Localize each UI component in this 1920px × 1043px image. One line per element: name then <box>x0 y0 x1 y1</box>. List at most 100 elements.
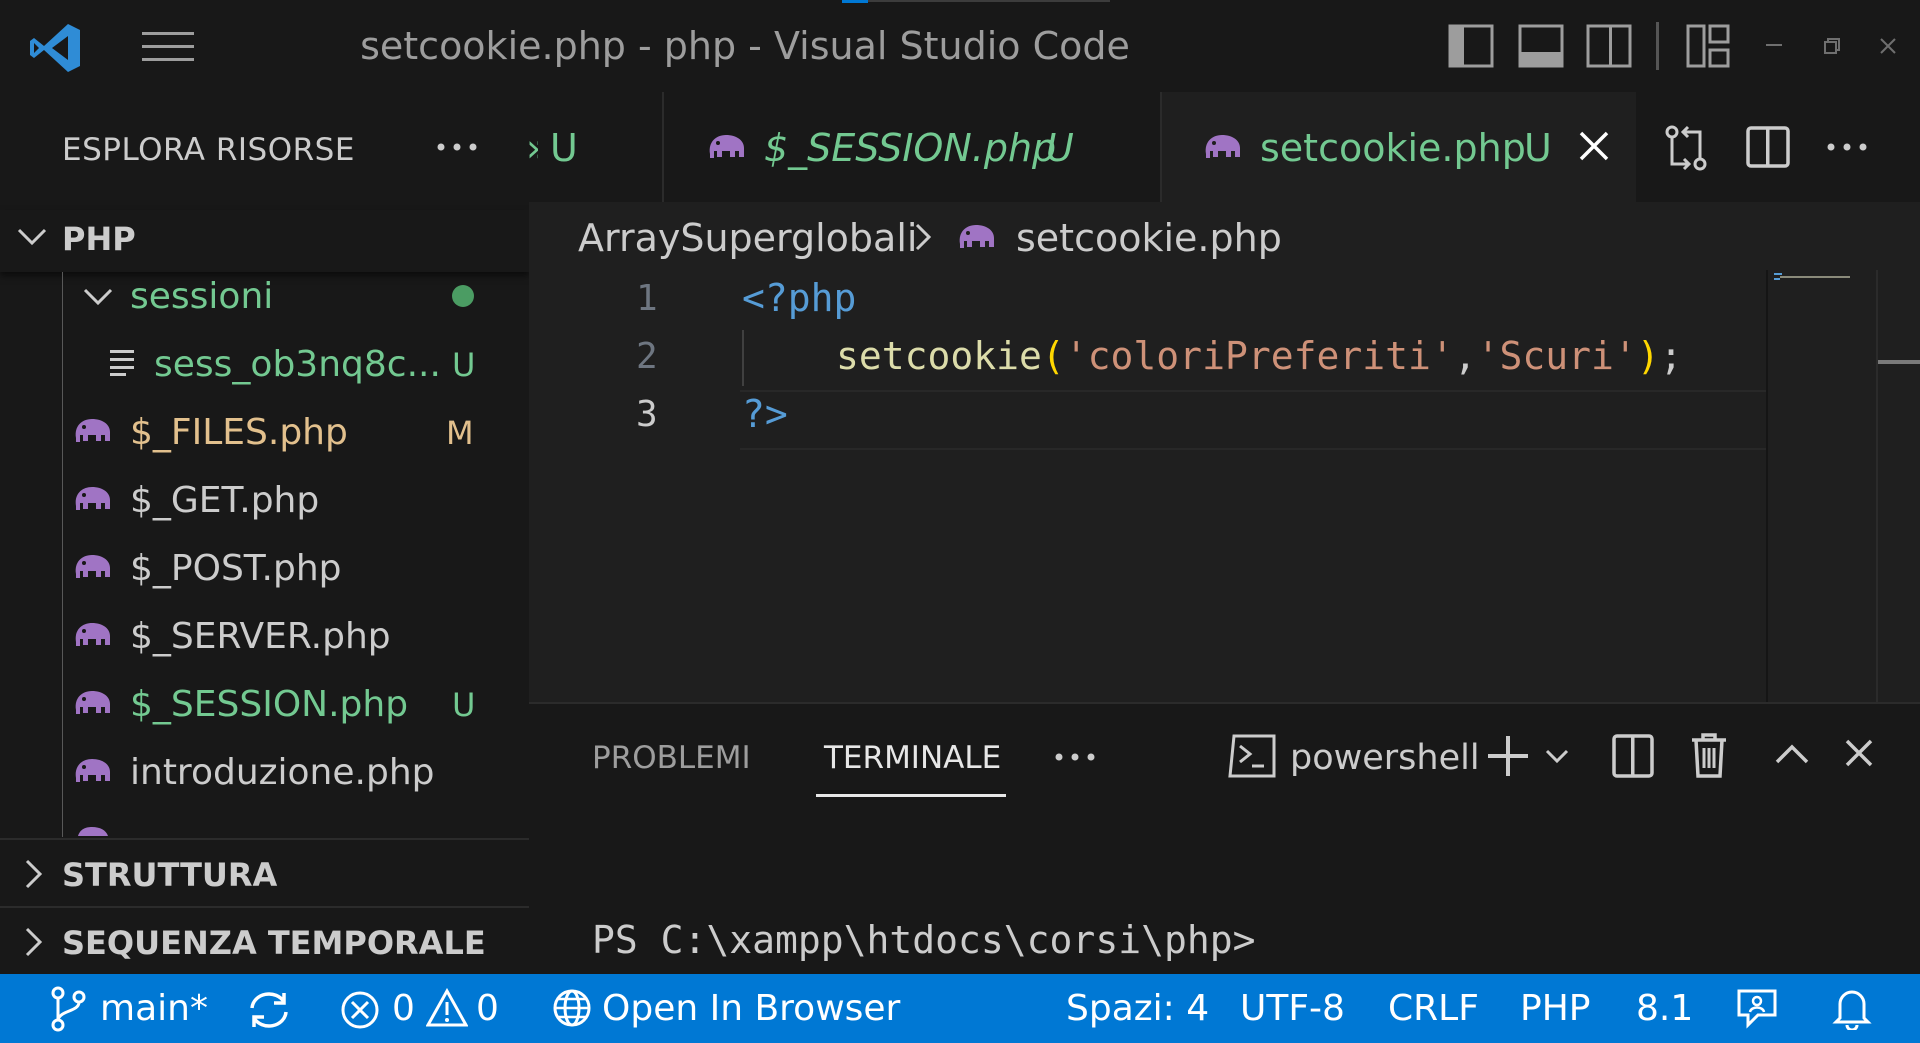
new-terminal-icon[interactable] <box>1486 734 1530 778</box>
encoding-status[interactable]: UTF-8 <box>1240 988 1345 1029</box>
breadcrumb-file[interactable]: setcookie.php <box>1016 216 1282 260</box>
explorer-more-icon[interactable] <box>436 132 478 162</box>
toggle-panel-icon[interactable] <box>1518 24 1564 68</box>
git-badge: U <box>452 346 476 384</box>
code-bracket: ( <box>1041 334 1065 378</box>
root-folder-label: PHP <box>62 220 136 258</box>
chevron-down-icon[interactable] <box>1544 748 1570 766</box>
php-elephant-icon <box>72 484 112 512</box>
git-status-dot <box>452 285 474 307</box>
tree-item-session-file[interactable]: sess_ob3nq8c... <box>154 344 441 385</box>
title-separator <box>1656 22 1659 70</box>
panel-tab-terminale[interactable]: TERMINALE <box>824 740 1001 776</box>
feedback-icon[interactable] <box>1736 988 1778 1030</box>
title-divider-line <box>868 0 1110 2</box>
customize-layout-icon[interactable] <box>1686 24 1730 68</box>
line-number: 3 <box>636 394 658 435</box>
close-window-button[interactable] <box>1880 38 1896 54</box>
code-line-1: <?php <box>742 276 857 320</box>
indentation-status[interactable]: Spazi: 4 <box>1066 988 1209 1029</box>
terminal-shell-label[interactable]: powershell <box>1290 738 1480 778</box>
error-count[interactable]: 0 <box>392 988 415 1029</box>
panel-tab-problemi[interactable]: PROBLEMI <box>592 740 751 776</box>
terminal-icon <box>1228 734 1276 778</box>
chevron-right-icon <box>22 926 44 958</box>
code-semicolon: ; <box>1659 334 1683 378</box>
trash-icon[interactable] <box>1690 732 1728 778</box>
chevron-down-icon <box>16 224 48 250</box>
explorer-title: ESPLORA RISORSE <box>62 132 355 168</box>
php-elephant-icon <box>72 552 112 580</box>
php-elephant-icon <box>72 416 112 444</box>
tree-item-server-php[interactable]: $_SERVER.php <box>130 616 391 657</box>
php-elephant-icon <box>72 620 112 648</box>
split-terminal-icon[interactable] <box>1612 734 1654 778</box>
warning-count[interactable]: 0 <box>476 988 499 1029</box>
maximize-panel-icon[interactable] <box>1774 742 1810 766</box>
file-lines-icon <box>108 348 136 376</box>
php-elephant-icon <box>956 222 996 250</box>
code-string: 'Scuri' <box>1476 334 1637 378</box>
minimap-shadow <box>1766 270 1768 702</box>
scrollbar-track[interactable] <box>1876 270 1878 702</box>
tab-hidden-fragment: » <box>526 126 538 170</box>
git-badge: M <box>446 414 474 452</box>
code-bracket: ) <box>1636 334 1660 378</box>
php-elephant-icon <box>1202 132 1242 160</box>
active-tab-underline <box>816 794 1006 797</box>
tree-item-get-php[interactable]: $_GET.php <box>130 480 319 521</box>
sync-icon[interactable] <box>246 990 292 1030</box>
current-line-highlight <box>740 390 1766 450</box>
scrollbar-cursor-marker <box>1878 360 1920 364</box>
restore-button[interactable] <box>1824 38 1840 54</box>
line-number: 1 <box>636 278 658 319</box>
chevron-down-icon[interactable] <box>82 284 114 310</box>
error-icon <box>340 990 380 1030</box>
tree-item-files-php[interactable]: $_FILES.php <box>130 412 348 453</box>
code-editor[interactable] <box>529 202 1920 702</box>
php-elephant-icon <box>706 132 746 160</box>
globe-icon <box>552 988 592 1028</box>
breadcrumb-chevron-icon <box>912 222 934 252</box>
tree-item-folder-sessioni[interactable]: sessioni <box>130 276 273 317</box>
panel-more-icon[interactable] <box>1054 742 1096 772</box>
tree-item-post-php[interactable]: $_POST.php <box>130 548 341 589</box>
tree-indent-guide <box>62 272 63 837</box>
notifications-bell-icon[interactable] <box>1832 986 1872 1030</box>
language-mode[interactable]: PHP <box>1520 988 1591 1029</box>
php-elephant-icon <box>72 688 112 716</box>
section-sequenza-label: SEQUENZA TEMPORALE <box>62 924 486 962</box>
git-branch-icon <box>48 986 88 1032</box>
tree-item-session-php[interactable]: $_SESSION.php <box>130 684 408 725</box>
git-branch-label[interactable]: main* <box>100 988 208 1029</box>
minimize-button[interactable] <box>1766 44 1782 46</box>
git-badge: U <box>452 686 476 724</box>
php-elephant-icon <box>72 756 112 784</box>
tab-badge: U <box>1524 126 1552 170</box>
breadcrumb-folder[interactable]: ArraySuperglobali <box>578 216 917 260</box>
indent-guide <box>742 330 744 386</box>
tab-label: setcookie.php <box>1260 126 1526 170</box>
editor-more-icon[interactable] <box>1826 132 1868 162</box>
php-elephant-icon <box>72 826 112 836</box>
chevron-right-icon <box>22 858 44 890</box>
title-accent-line <box>842 0 868 3</box>
code-comma: , <box>1453 334 1477 378</box>
toggle-secondary-sidebar-icon[interactable] <box>1586 24 1632 68</box>
eol-status[interactable]: CRLF <box>1388 988 1479 1029</box>
compare-changes-icon[interactable] <box>1662 124 1710 172</box>
tab-label: $_SESSION.php <box>764 126 1057 170</box>
section-struttura-label: STRUTTURA <box>62 856 278 894</box>
open-in-browser-button[interactable]: Open In Browser <box>602 988 900 1029</box>
code-function-name: setcookie <box>836 334 1042 378</box>
php-version[interactable]: 8.1 <box>1636 988 1693 1029</box>
close-panel-icon[interactable] <box>1844 738 1874 768</box>
code-line-2: setcookie('coloriPreferiti','Scuri'); <box>836 334 1683 378</box>
tab-badge: U <box>1046 126 1074 170</box>
terminal-prompt[interactable]: PS C:\xampp\htdocs\corsi\php> <box>592 918 1255 962</box>
close-tab-icon[interactable] <box>1578 130 1610 162</box>
tree-item-introduzione-php[interactable]: introduzione.php <box>130 752 435 793</box>
toggle-primary-sidebar-icon[interactable] <box>1448 24 1494 68</box>
split-editor-icon[interactable] <box>1746 126 1790 168</box>
minimap[interactable] <box>1774 272 1874 280</box>
